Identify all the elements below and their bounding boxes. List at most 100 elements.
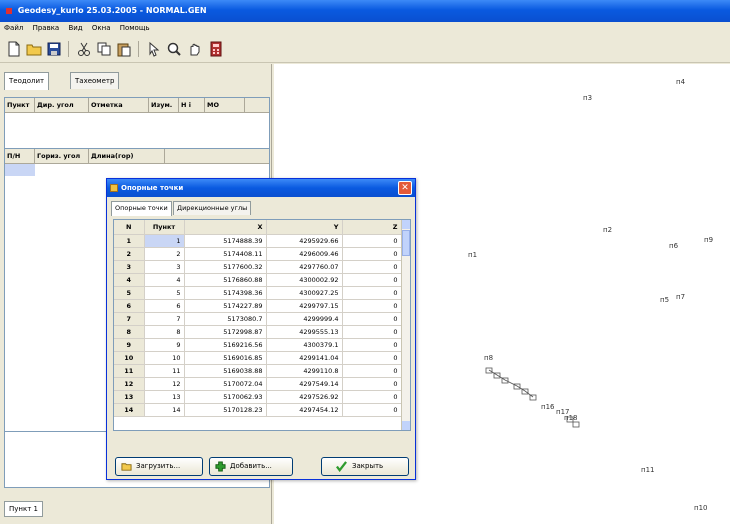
- table-row[interactable]: 11 11 5169038.88 4299110.8 0: [114, 364, 402, 378]
- point-cell[interactable]: 11: [144, 364, 185, 378]
- load-button[interactable]: Загрузить...: [115, 457, 203, 476]
- col-elevation[interactable]: Отметка: [89, 98, 149, 113]
- x-cell[interactable]: 5176860.88: [184, 273, 267, 287]
- row-number[interactable]: 11: [114, 364, 145, 378]
- tab-theodolite[interactable]: Теодолит: [4, 72, 50, 90]
- calculator-icon[interactable]: [206, 39, 226, 59]
- col-pn[interactable]: П/Н: [5, 149, 35, 164]
- pointer-icon[interactable]: [144, 39, 164, 59]
- menu-help[interactable]: Помощь: [120, 24, 150, 32]
- row-number[interactable]: 12: [114, 377, 145, 391]
- copy-icon[interactable]: [94, 39, 114, 59]
- x-cell[interactable]: 5174227.89: [184, 299, 267, 313]
- table-row[interactable]: 13 13 5170062.93 4297526.92 0: [114, 390, 402, 404]
- z-cell[interactable]: 0: [342, 299, 402, 313]
- table-row[interactable]: 8 8 5172998.87 4299555.13 0: [114, 325, 402, 339]
- table-row[interactable]: 3 3 5177600.32 4297760.07 0: [114, 260, 402, 274]
- table-row[interactable]: 6 6 5174227.89 4299797.15 0: [114, 299, 402, 313]
- scroll-up-icon[interactable]: [402, 220, 410, 229]
- table-row[interactable]: 1 1 5174888.39 4295929.66 0: [114, 234, 402, 248]
- row-number[interactable]: 4: [114, 273, 145, 287]
- y-cell[interactable]: 4295929.66: [266, 234, 343, 248]
- col-n[interactable]: N: [114, 220, 145, 235]
- y-cell[interactable]: 4299555.13: [266, 325, 343, 339]
- selected-cell[interactable]: [5, 164, 35, 176]
- new-file-icon[interactable]: [4, 39, 24, 59]
- col-length[interactable]: Длина(гор): [89, 149, 165, 164]
- col-x[interactable]: X: [184, 220, 267, 235]
- col-hi[interactable]: H i: [179, 98, 205, 113]
- add-button[interactable]: Добавить...: [209, 457, 293, 476]
- point-cell[interactable]: 5: [144, 286, 185, 300]
- cut-icon[interactable]: [74, 39, 94, 59]
- tab-tacheometer[interactable]: Тахеометр: [70, 72, 120, 89]
- menu-view[interactable]: Вид: [68, 24, 82, 32]
- z-cell[interactable]: 0: [342, 390, 402, 404]
- x-cell[interactable]: 5174888.39: [184, 234, 267, 248]
- row-number[interactable]: 13: [114, 390, 145, 404]
- y-cell[interactable]: 4299797.15: [266, 299, 343, 313]
- point-cell[interactable]: 14: [144, 403, 185, 417]
- point-cell[interactable]: 12: [144, 377, 185, 391]
- table-row[interactable]: 5 5 5174398.36 4300927.25 0: [114, 286, 402, 300]
- row-number[interactable]: 1: [114, 234, 145, 248]
- point-cell[interactable]: 9: [144, 338, 185, 352]
- menu-windows[interactable]: Окна: [92, 24, 111, 32]
- status-tab-point1[interactable]: Пункт 1: [4, 501, 43, 517]
- scroll-down-icon[interactable]: [402, 421, 410, 430]
- y-cell[interactable]: 4300379.1: [266, 338, 343, 352]
- save-icon[interactable]: [44, 39, 64, 59]
- table-row[interactable]: 14 14 5170128.23 4297454.12 0: [114, 403, 402, 417]
- y-cell[interactable]: 4297526.92: [266, 390, 343, 404]
- pan-hand-icon[interactable]: [184, 39, 204, 59]
- y-cell[interactable]: 4297549.14: [266, 377, 343, 391]
- menu-edit[interactable]: Правка: [33, 24, 60, 32]
- table-row[interactable]: 7 7 5173080.7 4299999.4 0: [114, 312, 402, 326]
- table-row[interactable]: 10 10 5169016.85 4299141.04 0: [114, 351, 402, 365]
- z-cell[interactable]: 0: [342, 234, 402, 248]
- row-number[interactable]: 9: [114, 338, 145, 352]
- point-cell[interactable]: 8: [144, 325, 185, 339]
- row-number[interactable]: 10: [114, 351, 145, 365]
- open-folder-icon[interactable]: [24, 39, 44, 59]
- x-cell[interactable]: 5170128.23: [184, 403, 267, 417]
- x-cell[interactable]: 5172998.87: [184, 325, 267, 339]
- table-row[interactable]: 9 9 5169216.56 4300379.1 0: [114, 338, 402, 352]
- z-cell[interactable]: 0: [342, 260, 402, 274]
- z-cell[interactable]: 0: [342, 312, 402, 326]
- y-cell[interactable]: 4297760.07: [266, 260, 343, 274]
- control-points-table[interactable]: N Пункт X Y Z 1 1 5174888.39 4295929.66 0 2 2 5…: [113, 219, 411, 431]
- zoom-icon[interactable]: [164, 39, 184, 59]
- col-point-name[interactable]: Пункт: [144, 220, 185, 235]
- point-cell[interactable]: 13: [144, 390, 185, 404]
- z-cell[interactable]: 0: [342, 377, 402, 391]
- col-dir-angle[interactable]: Дир. угол: [35, 98, 89, 113]
- row-number[interactable]: 6: [114, 299, 145, 313]
- col-horiz-angle[interactable]: Гориз. угол: [35, 149, 89, 164]
- point-cell[interactable]: 10: [144, 351, 185, 365]
- x-cell[interactable]: 5170062.93: [184, 390, 267, 404]
- point-cell[interactable]: 1: [144, 234, 185, 248]
- row-number[interactable]: 7: [114, 312, 145, 326]
- point-cell[interactable]: 2: [144, 247, 185, 261]
- x-cell[interactable]: 5173080.7: [184, 312, 267, 326]
- table-row[interactable]: 12 12 5170072.04 4297549.14 0: [114, 377, 402, 391]
- close-button[interactable]: Закрыть: [321, 457, 409, 476]
- z-cell[interactable]: 0: [342, 247, 402, 261]
- row-number[interactable]: 5: [114, 286, 145, 300]
- z-cell[interactable]: 0: [342, 351, 402, 365]
- z-cell[interactable]: 0: [342, 403, 402, 417]
- scroll-thumb[interactable]: [402, 230, 410, 256]
- row-number[interactable]: 14: [114, 403, 145, 417]
- paste-icon[interactable]: [114, 39, 134, 59]
- z-cell[interactable]: 0: [342, 286, 402, 300]
- x-cell[interactable]: 5177600.32: [184, 260, 267, 274]
- col-point[interactable]: Пункт: [5, 98, 35, 113]
- x-cell[interactable]: 5170072.04: [184, 377, 267, 391]
- menu-file[interactable]: Файл: [4, 24, 23, 32]
- row-number[interactable]: 2: [114, 247, 145, 261]
- point-cell[interactable]: 6: [144, 299, 185, 313]
- point-cell[interactable]: 7: [144, 312, 185, 326]
- x-cell[interactable]: 5169038.88: [184, 364, 267, 378]
- x-cell[interactable]: 5169216.56: [184, 338, 267, 352]
